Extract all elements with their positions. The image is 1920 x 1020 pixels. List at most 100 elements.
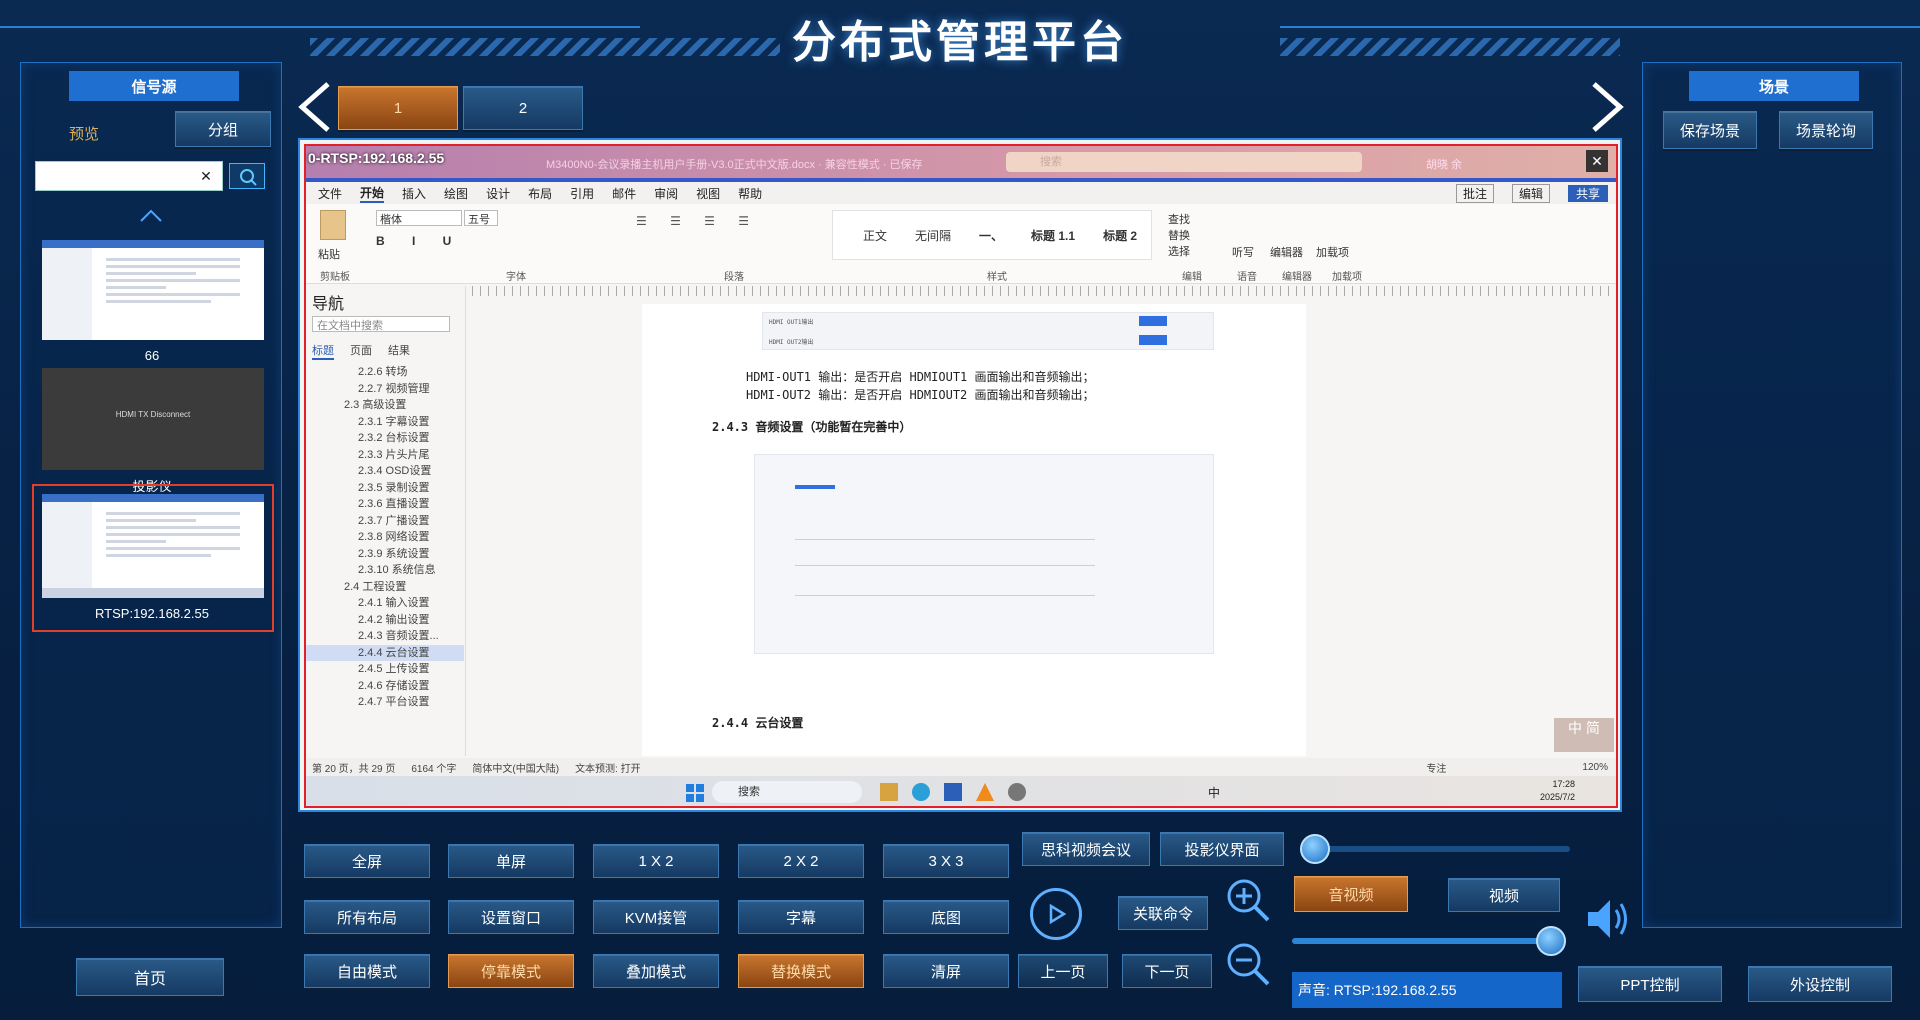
ribbon-tab[interactable]: 布局: [528, 185, 552, 202]
font-name-select[interactable]: 楷体: [376, 210, 462, 226]
ribbon-tab[interactable]: 文件: [318, 185, 342, 202]
link-command-button[interactable]: 关联命令: [1118, 896, 1208, 930]
nav-item[interactable]: 2.3.1 字幕设置: [306, 414, 464, 431]
addins-button[interactable]: 加载项: [1316, 244, 1349, 260]
ribbon-tab[interactable]: 插入: [402, 185, 426, 202]
nav-item[interactable]: 2.3.4 OSD设置: [306, 463, 464, 480]
editor-button[interactable]: 编辑器: [1270, 244, 1303, 260]
video-wall-screen[interactable]: M3400N0-会议录播主机用户手册-V3.0正式中文版.docx · 兼容性模…: [298, 138, 1622, 812]
nav-item[interactable]: 2.4.6 存储设置: [306, 678, 464, 695]
word-search-box[interactable]: 搜索: [1006, 152, 1362, 172]
dock-mode-button[interactable]: 停靠模式: [448, 954, 574, 988]
tab-scene[interactable]: 场景: [1689, 71, 1859, 101]
overlay-mode-button[interactable]: 叠加模式: [593, 954, 719, 988]
paste-icon[interactable]: [320, 210, 346, 240]
close-icon[interactable]: ✕: [1586, 150, 1608, 172]
style-item[interactable]: 一、: [979, 227, 1003, 244]
volume-slider-track[interactable]: [1292, 938, 1562, 944]
share-button[interactable]: 共享: [1567, 184, 1608, 202]
edge-icon[interactable]: [912, 783, 930, 801]
top-slider-thumb[interactable]: [1300, 834, 1330, 864]
ribbon-tab[interactable]: 引用: [570, 185, 594, 202]
edit-button[interactable]: 编辑: [1511, 183, 1550, 203]
home-button[interactable]: 首页: [76, 958, 224, 996]
scene-poll-button[interactable]: 场景轮询: [1779, 111, 1873, 149]
page-tab-1[interactable]: 1: [338, 86, 458, 130]
ribbon-tab[interactable]: 帮助: [738, 185, 762, 202]
nav-item-selected[interactable]: 2.4.4 云台设置: [306, 644, 464, 661]
source-thumb-rtsp[interactable]: [42, 494, 264, 598]
ribbon-tab[interactable]: 邮件: [612, 185, 636, 202]
word-icon[interactable]: [944, 783, 962, 801]
style-item[interactable]: 无间隔: [915, 227, 951, 244]
nav-item[interactable]: 2.3 高级设置: [306, 397, 464, 414]
folder-icon[interactable]: [880, 783, 898, 801]
ribbon-tab-active[interactable]: 开始: [360, 184, 385, 203]
nav-item[interactable]: 2.4.1 输入设置: [306, 595, 464, 612]
clear-screen-button[interactable]: 清屏: [883, 954, 1009, 988]
kvm-button[interactable]: KVM接管: [593, 900, 719, 934]
windows-start-icon[interactable]: [686, 784, 704, 802]
style-item[interactable]: 标题 2: [1103, 227, 1137, 244]
nav-item[interactable]: 2.4.2 输出设置: [306, 612, 464, 629]
nav-item[interactable]: 2.3.7 广播设置: [306, 513, 464, 530]
set-window-button[interactable]: 设置窗口: [448, 900, 574, 934]
settings-icon[interactable]: [1008, 783, 1026, 801]
nav-item[interactable]: 2.4.5 上传设置: [306, 661, 464, 678]
fullscreen-button[interactable]: 全屏: [304, 844, 430, 878]
find-button[interactable]: 查找: [1168, 212, 1190, 228]
ribbon-tab[interactable]: 审阅: [654, 185, 678, 202]
tab-signal-source[interactable]: 信号源: [69, 71, 239, 101]
ribbon-tab[interactable]: 设计: [486, 185, 510, 202]
nav-item[interactable]: 2.4.7 平台设置: [306, 694, 464, 711]
next-page-button[interactable]: 下一页: [1122, 954, 1212, 988]
nav-item[interactable]: 2.2.6 转场: [306, 364, 464, 381]
single-screen-button[interactable]: 单屏: [448, 844, 574, 878]
nav-item[interactable]: 2.3.6 直播设置: [306, 496, 464, 513]
window-rtsp[interactable]: M3400N0-会议录播主机用户手册-V3.0正式中文版.docx · 兼容性模…: [304, 144, 1618, 808]
nav-item[interactable]: 2.3.5 录制设置: [306, 480, 464, 497]
select-button[interactable]: 选择: [1168, 244, 1190, 260]
nav-item[interactable]: 2.2.7 视频管理: [306, 381, 464, 398]
taskbar-search[interactable]: 搜索: [712, 781, 862, 803]
chevron-right-icon[interactable]: [1590, 80, 1626, 134]
nav-tab[interactable]: 结果: [388, 342, 410, 360]
layout-3x3-button[interactable]: 3 X 3: [883, 844, 1009, 878]
cisco-conference-button[interactable]: 思科视频会议: [1022, 832, 1150, 866]
chevron-up-icon[interactable]: [139, 207, 163, 223]
nav-item[interactable]: 2.4 工程设置: [306, 579, 464, 596]
video-button[interactable]: 视频: [1448, 878, 1560, 912]
free-mode-button[interactable]: 自由模式: [304, 954, 430, 988]
style-item[interactable]: 正文: [863, 227, 887, 244]
projector-ui-button[interactable]: 投影仪界面: [1160, 832, 1284, 866]
layout-2x2-button[interactable]: 2 X 2: [738, 844, 864, 878]
nav-item[interactable]: 2.4.3 音频设置...: [306, 628, 464, 645]
save-scene-button[interactable]: 保存场景: [1663, 111, 1757, 149]
nav-item[interactable]: 2.3.9 系统设置: [306, 546, 464, 563]
subtitle-button[interactable]: 字幕: [738, 900, 864, 934]
zoom-in-icon[interactable]: [1224, 876, 1272, 924]
ime-indicator[interactable]: 中: [1208, 784, 1220, 801]
replace-mode-button[interactable]: 替换模式: [738, 954, 864, 988]
background-button[interactable]: 底图: [883, 900, 1009, 934]
search-button[interactable]: [229, 163, 265, 189]
group-button[interactable]: 分组: [175, 111, 271, 147]
dictate-button[interactable]: 听写: [1232, 244, 1254, 260]
zoom-out-icon[interactable]: [1224, 940, 1272, 988]
source-thumb-66[interactable]: [42, 240, 264, 340]
nav-item[interactable]: 2.3.10 系统信息: [306, 562, 464, 579]
nav-item[interactable]: 2.3.3 片头片尾: [306, 447, 464, 464]
vlc-icon[interactable]: [976, 783, 994, 801]
top-slider-track[interactable]: [1300, 846, 1570, 852]
av-button[interactable]: 音视频: [1294, 876, 1408, 912]
layout-1x2-button[interactable]: 1 X 2: [593, 844, 719, 878]
nav-search[interactable]: 在文档中搜索: [312, 316, 450, 332]
nav-item[interactable]: 2.3.8 网络设置: [306, 529, 464, 546]
paragraph-tools[interactable]: ☰ ☰ ☰ ☰: [636, 214, 759, 228]
ribbon-tab[interactable]: 视图: [696, 185, 720, 202]
nav-item[interactable]: 2.3.2 台标设置: [306, 430, 464, 447]
prev-page-button[interactable]: 上一页: [1018, 954, 1108, 988]
font-size-select[interactable]: 五号: [464, 210, 498, 226]
volume-slider-thumb[interactable]: [1536, 926, 1567, 956]
style-item[interactable]: 标题 1.1: [1031, 227, 1075, 244]
